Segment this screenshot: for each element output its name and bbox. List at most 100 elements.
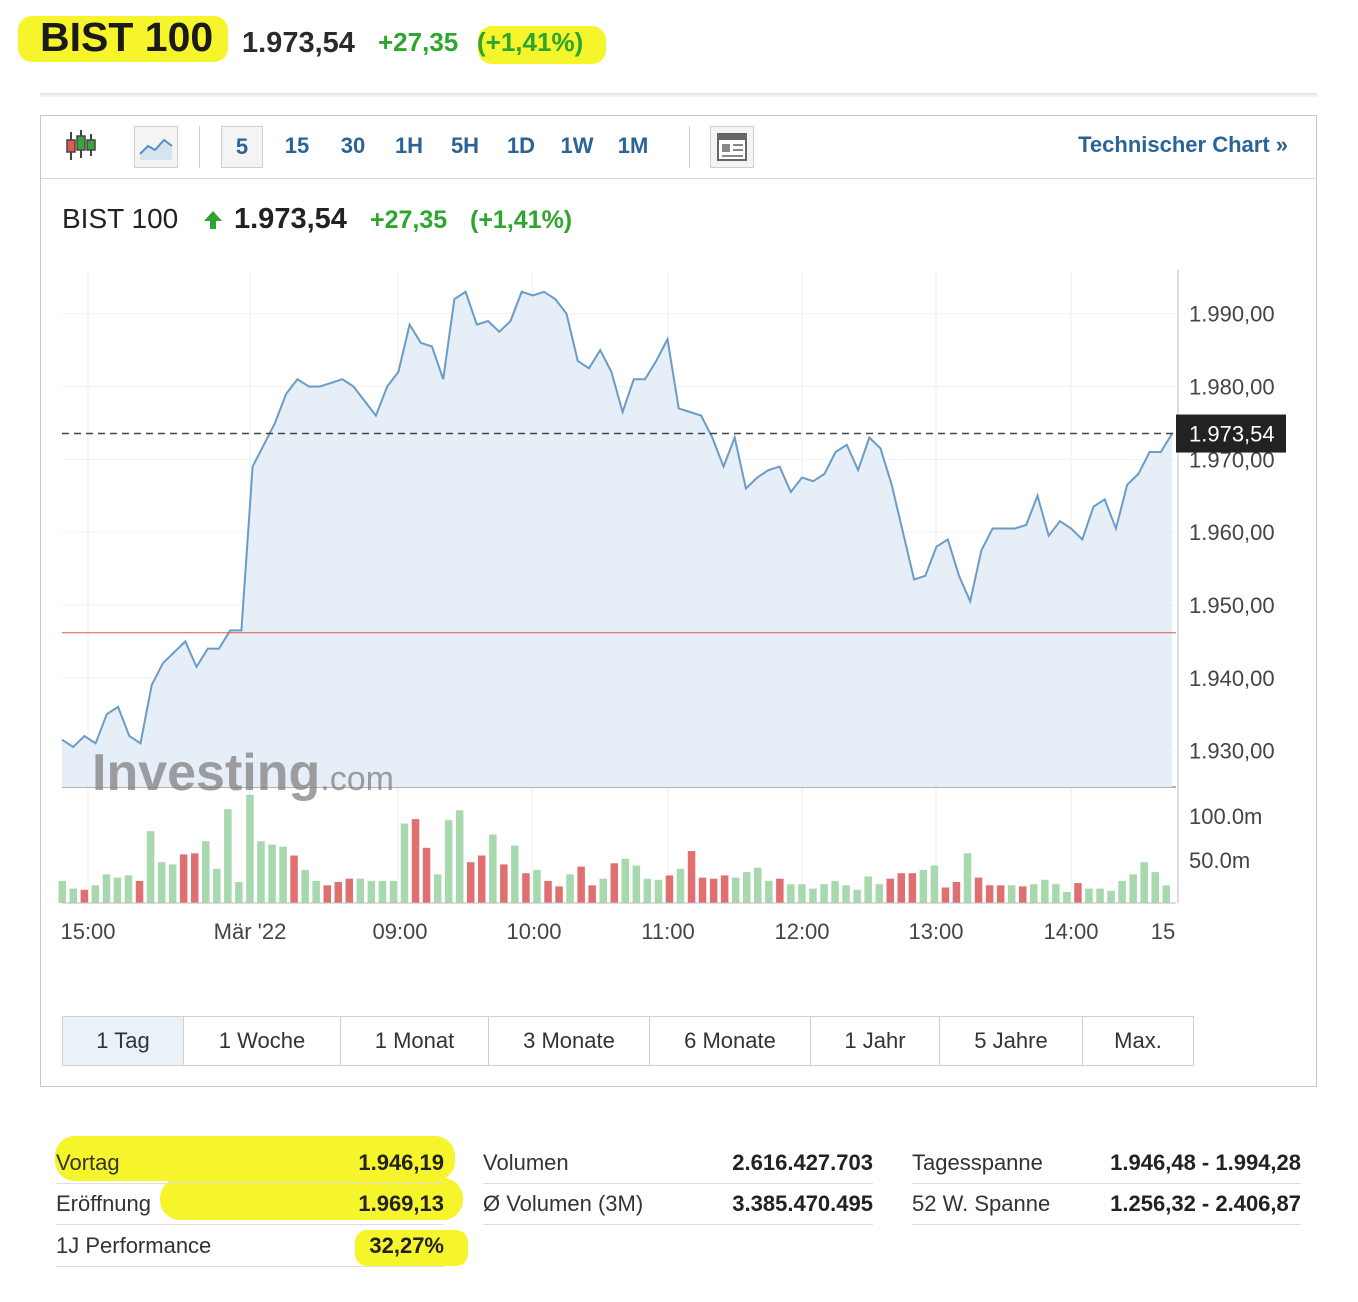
volume-bar (69, 888, 77, 903)
volume-bar (157, 862, 166, 903)
stat-value: 2.616.427.703 (732, 1150, 873, 1175)
volume-bar (301, 869, 309, 903)
volume-bar (864, 876, 872, 903)
volume-bar (91, 885, 100, 903)
range-6-monate[interactable]: 6 Monate (650, 1017, 811, 1065)
stat-value: 1.946,19 (358, 1150, 444, 1175)
volume-bar (1074, 883, 1082, 903)
volume-bar (798, 884, 806, 903)
volume-bar (1129, 874, 1137, 903)
stat-label: Tagesspanne (912, 1150, 1043, 1175)
volume-bar (411, 819, 420, 903)
volume-bar (389, 880, 398, 903)
stat-1j-performance: 1J Performance 32,27% (56, 1226, 444, 1267)
range-1-jahr[interactable]: 1 Jahr (811, 1017, 940, 1065)
header-price: 1.973,54 (242, 27, 355, 59)
range-max[interactable]: Max. (1083, 1017, 1193, 1065)
volume-bar (787, 884, 795, 903)
volume-bar (533, 869, 541, 903)
volume-bar (1030, 884, 1038, 903)
stat-label: 52 W. Spanne (912, 1191, 1051, 1216)
y-tick-label: 1.990,00 (1189, 302, 1275, 327)
volume-bar (720, 875, 729, 903)
range-1-tag[interactable]: 1 Tag (63, 1017, 184, 1065)
volume-bar (842, 885, 850, 903)
range-3-monate[interactable]: 3 Monate (489, 1017, 650, 1065)
volume-bar (996, 885, 1005, 903)
x-tick-label: Mär '22 (214, 919, 287, 944)
volume-bar (1063, 892, 1071, 903)
volume-bar (500, 864, 508, 903)
volume-bar (621, 858, 629, 903)
volume-bar (875, 884, 883, 903)
volume-bar (146, 831, 155, 903)
chart-change: +27,35 (370, 206, 448, 234)
volume-bar (279, 846, 287, 903)
stat-52w-spanne: 52 W. Spanne 1.256,32 - 2.406,87 (912, 1184, 1301, 1225)
volume-bar (754, 867, 762, 903)
volume-bar (179, 854, 188, 903)
volume-bar (743, 872, 751, 903)
volume-bar (135, 880, 144, 903)
volume-bar (422, 847, 431, 903)
volume-bar (632, 865, 641, 903)
volume-bar (1019, 886, 1027, 903)
volume-bar (455, 810, 464, 903)
volume-bar (897, 873, 905, 903)
volume-bar (665, 875, 674, 903)
chart-change-percent: (+1,41%) (470, 206, 573, 234)
stat-value: 3.385.470.495 (732, 1191, 873, 1216)
volume-bar (467, 862, 475, 903)
volume-bar (345, 878, 353, 903)
stat-label: Eröffnung (56, 1191, 152, 1216)
volume-bar (1096, 888, 1104, 903)
y-tick-label: 1.930,00 (1189, 739, 1275, 764)
volume-bar (643, 878, 652, 903)
stat-volumen: Volumen 2.616.427.703 (483, 1143, 873, 1184)
range-1-monat[interactable]: 1 Monat (341, 1017, 489, 1065)
volume-bar (908, 873, 917, 903)
volume-bar (334, 882, 342, 903)
price-chart[interactable]: Investing.com 1.990,001.980,001.970,001.… (0, 0, 1358, 1000)
page-title: BIST 100 (40, 14, 214, 60)
volume-bar (213, 868, 221, 903)
volume-bar (886, 878, 894, 903)
stat-label: Volumen (483, 1150, 569, 1175)
range-5-jahre[interactable]: 5 Jahre (940, 1017, 1083, 1065)
volume-bar (588, 885, 596, 903)
chart-price: 1.973,54 (234, 203, 347, 235)
stat-value: 1.946,48 - 1.994,28 (1110, 1150, 1301, 1175)
volume-bar (522, 873, 530, 903)
stat-avg-volumen: Ø Volumen (3M) 3.385.470.495 (483, 1184, 873, 1225)
volume-bar (654, 879, 663, 903)
volume-bar (1041, 879, 1049, 903)
volume-bar (202, 841, 210, 903)
volume-bar (124, 875, 133, 903)
volume-bar (731, 877, 740, 903)
volume-bar (1151, 872, 1159, 903)
volume-tick-label: 100.0m (1189, 804, 1262, 829)
volume-bar (113, 877, 122, 903)
volume-bar (599, 878, 607, 903)
volume-bar (853, 889, 861, 903)
volume-bar (80, 889, 89, 903)
volume-bar (1085, 888, 1093, 903)
stat-label: Ø Volumen (3M) (483, 1191, 644, 1216)
y-tick-label: 1.980,00 (1189, 375, 1275, 400)
volume-bar (577, 866, 585, 903)
volume-tick-label: 50.0m (1189, 848, 1250, 873)
volume-bar (191, 853, 199, 903)
range-1-woche[interactable]: 1 Woche (184, 1017, 341, 1065)
volume-bar (235, 882, 243, 903)
chart-title: BIST 100 (62, 203, 179, 234)
y-tick-label: 1.950,00 (1189, 593, 1275, 618)
volume-bar (1162, 885, 1170, 903)
stat-vortag: Vortag 1.946,19 (56, 1143, 444, 1184)
volume-bar (765, 880, 773, 903)
stat-value: 1.256,32 - 2.406,87 (1110, 1191, 1301, 1216)
volume-bar (963, 853, 972, 903)
x-tick-label: 11:00 (641, 919, 694, 944)
stat-label: 1J Performance (56, 1233, 212, 1258)
volume-bar (1007, 885, 1016, 903)
x-tick-label: 15:00 (60, 919, 115, 944)
